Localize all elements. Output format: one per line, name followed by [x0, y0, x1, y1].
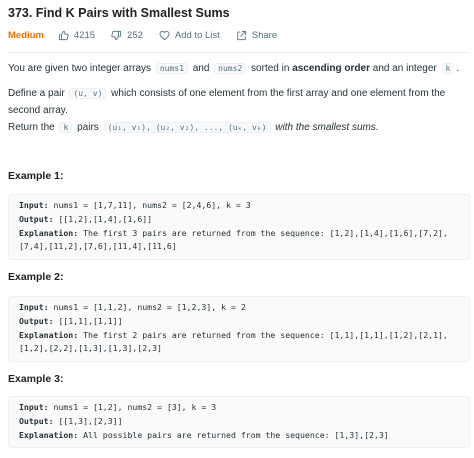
- explanation-value: The first 3 pairs are returned from the …: [19, 227, 448, 252]
- output-label: Output:: [19, 315, 54, 326]
- text: with the smallest sums.: [275, 122, 379, 133]
- difficulty-badge: Medium: [8, 29, 44, 41]
- input-label: Input:: [19, 200, 49, 210]
- text: pairs: [77, 122, 99, 133]
- example-output-line: Output: [[1,3],[2,3]]: [19, 415, 459, 429]
- example-input-line: Input: nums1 = [1,1,2], nums2 = [1,2,3],…: [19, 301, 459, 315]
- output-label: Output:: [19, 213, 54, 224]
- inline-code-nums2: nums2: [214, 63, 247, 74]
- heart-icon: [159, 30, 170, 40]
- description-paragraph-2: Define a pair (u, v) which consists of o…: [8, 85, 464, 119]
- bold-text: ascending order: [292, 63, 370, 74]
- problem-title: 373. Find K Pairs with Smallest Sums: [8, 6, 230, 20]
- text: .: [456, 63, 460, 74]
- description-paragraph-1: You are given two integer arrays nums1 a…: [8, 60, 464, 77]
- like-count: 4215: [73, 29, 96, 41]
- inline-code-nums1: nums1: [155, 63, 188, 74]
- text: and: [192, 63, 210, 74]
- add-to-list-button[interactable]: Add to List: [159, 30, 220, 41]
- example-explanation-line: Explanation: All possible pairs are retu…: [19, 429, 459, 443]
- example-output-line: Output: [[1,1],[1,1]]: [19, 315, 459, 329]
- example-3-heading: Example 3:: [8, 373, 64, 385]
- example-explanation-line: Explanation: The first 3 pairs are retur…: [19, 227, 459, 255]
- problem-meta-bar: Medium 4215 252 Add to List Share: [8, 27, 293, 43]
- explanation-value: The first 2 pairs are returned from the …: [19, 329, 448, 354]
- dislike-count: 252: [127, 29, 143, 41]
- example-2-heading: Example 2:: [8, 271, 64, 283]
- text: sorted in: [251, 63, 290, 74]
- input-value: nums1 = [1,7,11], nums2 = [2,4,6], k = 3: [53, 200, 251, 210]
- output-value: [[1,2],[1,4],[1,6]]: [58, 213, 153, 224]
- text: and an integer: [372, 63, 437, 74]
- explanation-label: Explanation:: [19, 429, 79, 440]
- thumbs-down-icon: [111, 30, 122, 40]
- inline-code-k: k: [59, 122, 73, 133]
- inline-code-pair: (u, v): [69, 88, 107, 99]
- inline-code-pairs-list: (u₁, v₁), (u₂, v₂), ..., (uₖ, vₖ): [103, 122, 271, 133]
- explanation-label: Explanation:: [19, 329, 79, 340]
- text: You are given two integer arrays: [8, 63, 152, 74]
- text: Return the: [8, 122, 55, 133]
- output-value: [[1,1],[1,1]]: [58, 315, 123, 326]
- explanation-value: All possible pairs are returned from the…: [83, 429, 389, 440]
- example-output-line: Output: [[1,2],[1,4],[1,6]]: [19, 213, 459, 227]
- output-label: Output:: [19, 415, 54, 426]
- thumbs-up-icon: [58, 30, 69, 40]
- explanation-label: Explanation:: [19, 227, 79, 238]
- header-divider: [8, 52, 470, 53]
- output-value: [[1,3],[2,3]]: [58, 415, 123, 426]
- share-label: Share: [251, 29, 278, 41]
- example-1-heading: Example 1:: [8, 170, 64, 182]
- example-input-line: Input: nums1 = [1,7,11], nums2 = [2,4,6]…: [19, 199, 459, 213]
- input-value: nums1 = [1,2], nums2 = [3], k = 3: [53, 402, 217, 412]
- example-3-code-block: Input: nums1 = [1,2], nums2 = [3], k = 3…: [8, 396, 470, 448]
- share-button[interactable]: Share: [236, 30, 277, 41]
- description-paragraph-3: Return the k pairs (u₁, v₁), (u₂, v₂), .…: [8, 119, 464, 136]
- example-input-line: Input: nums1 = [1,2], nums2 = [3], k = 3: [19, 401, 459, 415]
- input-value: nums1 = [1,1,2], nums2 = [1,2,3], k = 2: [53, 302, 246, 312]
- example-1-code-block: Input: nums1 = [1,7,11], nums2 = [2,4,6]…: [8, 194, 470, 260]
- example-2-code-block: Input: nums1 = [1,1,2], nums2 = [1,2,3],…: [8, 296, 470, 362]
- share-icon: [237, 30, 246, 40]
- text: Define a pair: [8, 88, 65, 99]
- input-label: Input:: [19, 402, 49, 412]
- inline-code-k: k: [441, 63, 455, 74]
- input-label: Input:: [19, 302, 49, 312]
- dislike-button[interactable]: 252: [111, 30, 143, 41]
- add-to-list-label: Add to List: [174, 29, 220, 41]
- like-button[interactable]: 4215: [58, 30, 95, 41]
- example-explanation-line: Explanation: The first 2 pairs are retur…: [19, 329, 459, 357]
